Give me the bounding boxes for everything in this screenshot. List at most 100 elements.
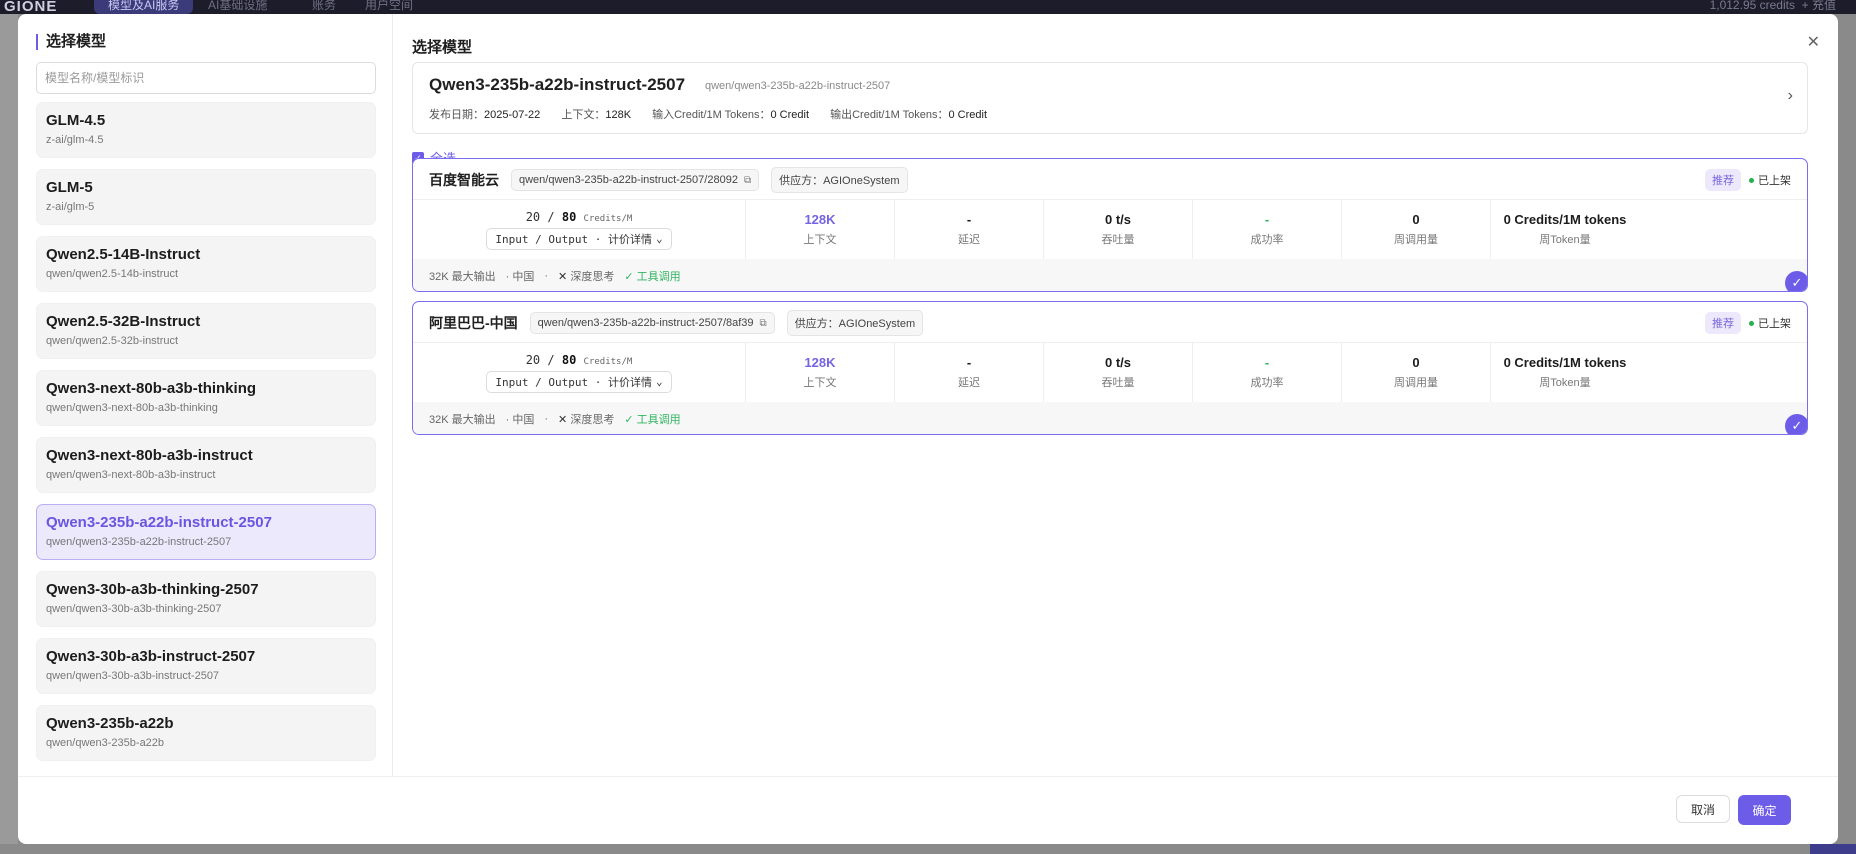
stat-label: 上下文 xyxy=(803,234,837,246)
modal-footer: 取消 确定 xyxy=(18,776,1838,844)
region: · 中国 xyxy=(505,414,535,426)
model-name: Qwen3-235b-a22b-instruct-2507 xyxy=(429,75,686,94)
model-item-id: qwen/qwen3-235b-a22b-instruct-2507 xyxy=(46,536,232,548)
status-dot-icon xyxy=(1749,177,1754,183)
model-search-input[interactable] xyxy=(36,62,376,94)
stat-cell: - 成功率 xyxy=(1193,343,1342,402)
model-list-item[interactable]: Qwen2.5-14B-Instruct qwen/qwen2.5-14b-ins… xyxy=(36,236,376,292)
max-output: 32K 最大输出 xyxy=(429,271,496,283)
chevron-right-icon: › xyxy=(1787,87,1793,104)
stat-value: 128K xyxy=(804,212,836,227)
stat-label: 上下文 xyxy=(803,377,837,389)
model-list-item[interactable]: Qwen3-235b-a22b-instruct-2507 qwen/qwen3-… xyxy=(36,504,376,560)
balance-unit: credits xyxy=(1759,0,1795,12)
provider-card[interactable]: 百度智能云 qwen/qwen3-235b-a22b-instruct-2507/… xyxy=(412,158,1808,292)
stat-label: 吞吐量 xyxy=(1101,234,1135,246)
confirm-button[interactable]: 确定 xyxy=(1738,795,1791,825)
select-model-modal: 选择模型 GLM-4.5 z-ai/glm-4.5 GLM-5 z-ai/glm-5 Q… xyxy=(18,14,1838,844)
model-item-id: z-ai/glm-4.5 xyxy=(46,134,104,146)
price-separator: / xyxy=(547,352,555,367)
pricing-detail-select[interactable]: Input / Output · 计价详情 ⌄ xyxy=(486,227,672,250)
stat-label: 周调用量 xyxy=(1394,377,1438,389)
model-item-id: qwen/qwen2.5-32b-instruct xyxy=(46,335,179,347)
nav-billing: 账务 xyxy=(312,0,337,12)
price-unit: Credits/M xyxy=(583,213,633,224)
copy-icon[interactable]: ⧉ xyxy=(744,175,751,186)
max-output: 32K 最大输出 xyxy=(429,414,496,426)
stat-label: 成功率 xyxy=(1250,377,1284,389)
model-list-item[interactable]: GLM-4.5 z-ai/glm-4.5 xyxy=(36,102,376,158)
deep-think-label: 深度思考 xyxy=(570,414,615,426)
background-sidebar xyxy=(0,14,18,844)
price-separator: / xyxy=(547,209,555,224)
model-list-item[interactable]: Qwen3-next-80b-a3b-thinking qwen/qwen3-ne… xyxy=(36,370,376,426)
stat-value: - xyxy=(966,212,972,227)
model-item-id: qwen/qwen3-30b-a3b-instruct-2507 xyxy=(46,670,220,682)
model-info-card[interactable]: Qwen3-235b-a22b-instruct-2507 qwen/qwen3… xyxy=(412,62,1808,134)
balance-value: 1,012.95 xyxy=(1709,0,1757,12)
recommend-badge: 推荐 xyxy=(1705,312,1741,334)
model-detail-panel: 选择模型 ✕ Qwen3-235b-a22b-instruct-2507 qwe… xyxy=(394,14,1838,776)
stat-value: 0 Credits/1M tokens xyxy=(1503,355,1627,370)
status-label: 已上架 xyxy=(1758,318,1791,330)
stat-label: 周Token量 xyxy=(1539,377,1591,389)
cancel-button[interactable]: 取消 xyxy=(1676,795,1730,823)
model-list-item[interactable]: Qwen3-30b-a3b-instruct-2507 qwen/qwen3-30… xyxy=(36,638,376,694)
model-item-name: GLM-5 xyxy=(46,179,93,196)
stat-value: 0 xyxy=(1412,355,1420,370)
x-icon: ✕ xyxy=(558,414,568,426)
nav-models-ai: 模型及AI服务 xyxy=(94,0,194,14)
price-output: 80 xyxy=(561,209,577,224)
model-list-panel: 选择模型 GLM-4.5 z-ai/glm-4.5 GLM-5 z-ai/glm-5 Q… xyxy=(18,14,393,776)
provider-path: qwen/qwen3-235b-a22b-instruct-2507/8af39 xyxy=(537,317,754,329)
status-badge: 已上架 xyxy=(1749,172,1791,188)
supplier-tag: 供应方：AGIOneSystem xyxy=(786,310,924,336)
model-item-name: Qwen3-235b-a22b-instruct-2507 xyxy=(46,514,272,531)
model-item-id: qwen/qwen3-next-80b-a3b-thinking xyxy=(46,402,218,414)
balance-area: 1,012.95 credits + 充值 xyxy=(1710,0,1836,14)
price: 20 / 80 Credits/M Input / Output · 计价详情 ⌄ xyxy=(486,209,672,250)
price-unit: Credits/M xyxy=(583,356,633,367)
status-label: 已上架 xyxy=(1758,175,1791,187)
model-item-name: GLM-4.5 xyxy=(46,112,106,129)
model-item-id: qwen/qwen3-235b-a22b xyxy=(46,737,165,749)
stat-label: 周Token量 xyxy=(1539,234,1591,246)
stat-label: 成功率 xyxy=(1250,234,1284,246)
model-list-item[interactable]: Qwen3-next-80b-a3b-instruct qwen/qwen3-ne… xyxy=(36,437,376,493)
model-list-item[interactable]: GLM-5 z-ai/glm-5 xyxy=(36,169,376,225)
selected-check-icon: ✓ xyxy=(1785,271,1807,291)
status-badge: 已上架 xyxy=(1749,315,1791,331)
recharge-button: + 充值 xyxy=(1801,0,1836,12)
price-cell: 20 / 80 Credits/M Input / Output · 计价详情 ⌄ xyxy=(413,343,746,402)
deep-think-feature: ✕ 深度思考 xyxy=(558,411,614,427)
nav-ai-infra: AI基础设施 xyxy=(208,0,268,12)
close-icon[interactable]: ✕ xyxy=(1807,32,1820,52)
provider-name: 阿里巴巴-中国 xyxy=(429,315,518,331)
provider-header: 阿里巴巴-中国 qwen/qwen3-235b-a22b-instruct-250… xyxy=(429,310,924,336)
model-id: qwen/qwen3-235b-a22b-instruct-2507 xyxy=(705,80,891,92)
tool-call-label: 工具调用 xyxy=(636,271,681,283)
nav-user-space: 用户空间 xyxy=(365,0,414,12)
model-list-item[interactable]: Qwen2.5-32B-Instruct qwen/qwen2.5-32b-ins… xyxy=(36,303,376,359)
provider-path-tag[interactable]: qwen/qwen3-235b-a22b-instruct-2507/8af39… xyxy=(529,312,775,334)
stat-cell: - 延迟 xyxy=(895,200,1044,259)
price-line: 20 / 80 Credits/M xyxy=(526,353,633,367)
price-input: 20 xyxy=(525,352,541,367)
provider-card[interactable]: 阿里巴巴-中国 qwen/qwen3-235b-a22b-instruct-250… xyxy=(412,301,1808,435)
copy-icon[interactable]: ⧉ xyxy=(760,318,767,329)
chevron-down-icon: ⌄ xyxy=(655,375,663,388)
stat-value: - xyxy=(1264,355,1270,370)
model-list-item[interactable]: Qwen3-235b-a22b qwen/qwen3-235b-a22b xyxy=(36,705,376,761)
provider-path-tag[interactable]: qwen/qwen3-235b-a22b-instruct-2507/28092… xyxy=(511,169,760,191)
tool-call-feature: ✓ 工具调用 xyxy=(624,268,680,284)
pricing-detail-select[interactable]: Input / Output · 计价详情 ⌄ xyxy=(486,370,672,393)
tool-call-label: 工具调用 xyxy=(636,414,681,426)
provider-features: 32K 最大输出 · 中国 · ✕ 深度思考 ✓ 工具调用 xyxy=(413,402,1807,434)
deep-think-feature: ✕ 深度思考 xyxy=(558,268,614,284)
stat-value: 128K xyxy=(804,355,836,370)
release-date: 2025-07-22 xyxy=(484,109,541,121)
pricing-detail-label: Input / Output · 计价详情 xyxy=(495,375,652,389)
model-list-item[interactable]: Qwen3-30b-a3b-thinking-2507 qwen/qwen3-30… xyxy=(36,571,376,627)
separator-dot: · xyxy=(544,270,549,282)
input-price-value: 0 Credit xyxy=(770,109,810,121)
